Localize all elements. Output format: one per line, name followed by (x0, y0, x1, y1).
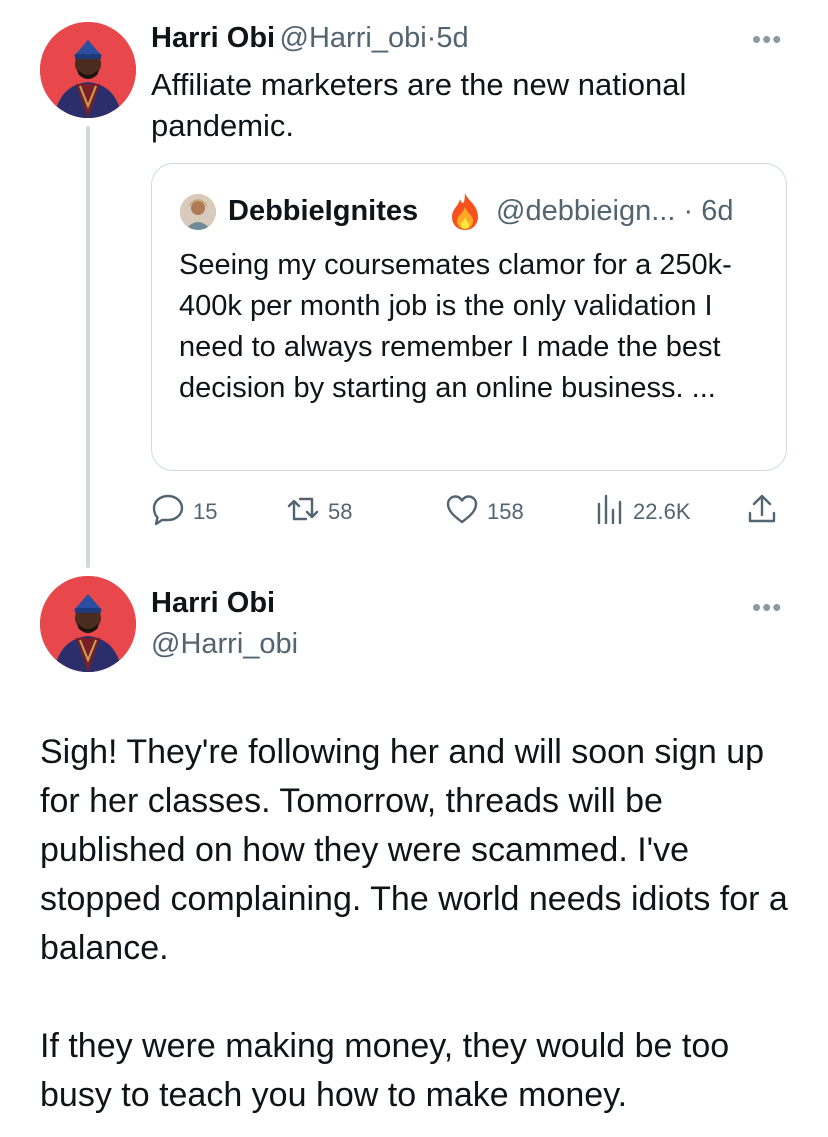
views-button[interactable]: 22.6K (595, 492, 691, 532)
like-count: 158 (487, 499, 524, 524)
author-avatar[interactable] (40, 22, 136, 118)
retweet-count: 58 (328, 499, 353, 524)
quote-tweet-time: 6d (701, 195, 734, 227)
more-horizontal-icon[interactable]: ••• (752, 26, 782, 52)
tweet-paragraph-1: Sigh! They're following her and will soo… (40, 733, 788, 967)
reply-count: 15 (193, 499, 218, 524)
heart-icon (445, 494, 487, 530)
views-count: 22.6K (633, 499, 691, 524)
retweet-icon (286, 495, 328, 529)
tweet-action-bar: 15 58 158 22.6K (151, 492, 791, 532)
author-avatar-2[interactable] (40, 576, 136, 672)
quote-author-handle: @debbieign... (496, 195, 676, 227)
quote-author-avatar (180, 194, 216, 230)
share-icon (747, 493, 785, 531)
analytics-icon (595, 494, 633, 530)
tweet-body: Sigh! They're following her and will soo… (40, 728, 800, 1120)
author-handle[interactable]: @Harri_obi (280, 22, 427, 54)
tweet-paragraph-2: If they were making money, they would be… (40, 1027, 730, 1114)
tweet-header: Harri Obi @Harri_obi·5d (151, 22, 469, 55)
share-button[interactable] (747, 492, 785, 532)
tweet-text: Affiliate marketers are the new national… (151, 67, 687, 143)
fire-emoji-icon (448, 191, 482, 231)
author-handle-2[interactable]: @Harri_obi (151, 628, 298, 661)
quote-tweet-card[interactable]: DebbieIgnites @debbieign... · 6d Seeing … (151, 163, 787, 471)
quote-author-handle-and-time: @debbieign... · 6d (496, 195, 733, 228)
quote-author-name: DebbieIgnites (228, 195, 419, 227)
thread-connector-line (86, 126, 90, 568)
more-horizontal-icon-2[interactable]: ••• (752, 594, 782, 620)
time-separator: · (426, 22, 437, 54)
reply-button[interactable]: 15 (151, 492, 217, 532)
quote-tweet-text: Seeing my coursemates clamor for a 250k-… (179, 249, 732, 404)
author-name[interactable]: Harri Obi (151, 22, 275, 54)
like-button[interactable]: 158 (445, 492, 524, 532)
reply-icon (151, 493, 193, 531)
retweet-button[interactable]: 58 (286, 492, 352, 532)
tweet-time[interactable]: 5d (436, 22, 468, 54)
author-name-2[interactable]: Harri Obi (151, 587, 275, 620)
quote-time-separator: · (683, 195, 694, 227)
